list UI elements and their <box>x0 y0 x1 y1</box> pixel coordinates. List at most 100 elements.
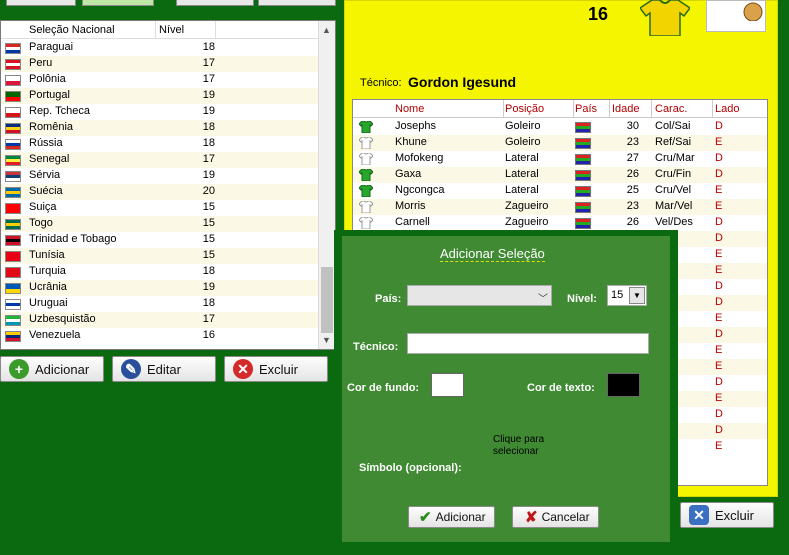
col-name[interactable]: Nome <box>395 103 424 115</box>
col-side[interactable]: Lado <box>715 103 739 115</box>
top-button-3[interactable] <box>176 0 254 6</box>
list-item[interactable]: Suiça 15 <box>1 200 319 216</box>
col-age[interactable]: Idade <box>612 103 640 115</box>
plus-icon: + <box>9 359 29 379</box>
col-country[interactable]: País <box>575 103 597 115</box>
list-item[interactable]: Polônia 17 <box>1 72 319 88</box>
country-flag-icon <box>5 315 21 326</box>
player-characteristics: Ref/Sai <box>655 136 692 148</box>
table-row[interactable]: Gaxa Lateral 26 Cru/Fin D <box>353 167 767 183</box>
table-row[interactable]: Morris Zagueiro 23 Mar/Vel E <box>353 199 767 215</box>
starter-shirt-icon <box>358 168 374 182</box>
reserve-shirt-icon <box>358 152 374 166</box>
list-scrollbar[interactable]: ▲ ▼ <box>318 21 335 349</box>
list-item[interactable]: Ucrânia 19 <box>1 280 319 296</box>
list-header: Seleção Nacional Nível <box>1 21 319 39</box>
edit-team-label: Editar <box>147 361 181 377</box>
top-button-1[interactable] <box>6 0 76 6</box>
list-item[interactable]: Rússia 18 <box>1 136 319 152</box>
list-item[interactable]: Togo 15 <box>1 216 319 232</box>
background-color-swatch[interactable] <box>431 373 464 397</box>
table-row[interactable]: Carnell Zagueiro 26 Vel/Des D <box>353 215 767 231</box>
team-name: Uruguai <box>29 297 68 309</box>
player-name: Carnell <box>395 216 430 228</box>
country-flag-icon <box>5 299 21 310</box>
list-item[interactable]: Venezuela 16 <box>1 328 319 344</box>
player-characteristics: Col/Sai <box>655 120 691 132</box>
team-level: 19 <box>202 281 215 293</box>
table-row[interactable]: Mofokeng Lateral 27 Cru/Mar D <box>353 151 767 167</box>
delete-player-button[interactable]: ✕ Excluir <box>680 502 774 528</box>
table-row[interactable]: Khune Goleiro 23 Ref/Sai E <box>353 135 767 151</box>
country-flag-icon <box>5 203 21 214</box>
top-button-4[interactable] <box>258 0 336 6</box>
header-level[interactable]: Nível <box>159 24 184 36</box>
table-row[interactable]: Josephs Goleiro 30 Col/Sai D <box>353 119 767 135</box>
player-country-flag-icon <box>575 218 591 229</box>
reserve-shirt-icon <box>358 200 374 214</box>
team-level-display: 16 <box>588 4 609 24</box>
list-item[interactable]: Tunísia 15 <box>1 248 319 264</box>
player-side: E <box>715 440 723 452</box>
list-item[interactable]: Uruguai 18 <box>1 296 319 312</box>
list-item[interactable]: Uzbesquistão 17 <box>1 312 319 328</box>
national-team-list[interactable]: Seleção Nacional Nível Paraguai 18 Peru 17 P… <box>0 20 336 350</box>
level-select-value: 15 <box>611 289 624 301</box>
player-age: 26 <box>626 168 639 180</box>
team-name: Paraguai <box>29 41 74 53</box>
country-flag-icon <box>5 43 21 54</box>
list-item[interactable]: Trinidad e Tobago 15 <box>1 232 319 248</box>
coach-input[interactable] <box>407 333 649 354</box>
scroll-up-icon[interactable]: ▲ <box>322 25 331 35</box>
player-position: Lateral <box>505 184 539 196</box>
team-name: Polônia <box>29 73 66 85</box>
list-item[interactable]: Paraguai 18 <box>1 40 319 56</box>
col-characteristics[interactable]: Carac. <box>655 103 687 115</box>
text-color-swatch[interactable] <box>607 373 640 397</box>
player-side: E <box>715 200 723 212</box>
list-item[interactable]: Suécia 20 <box>1 184 319 200</box>
header-team-name[interactable]: Seleção Nacional <box>29 24 115 36</box>
list-item[interactable]: Peru 17 <box>1 56 319 72</box>
player-side: D <box>715 168 723 180</box>
player-name: Morris <box>395 200 426 212</box>
player-age: 23 <box>626 200 639 212</box>
team-name: Senegal <box>29 153 70 165</box>
edit-team-button[interactable]: ✎ Editar <box>112 356 216 382</box>
scroll-down-icon[interactable]: ▼ <box>322 335 331 345</box>
player-side: E <box>715 248 723 260</box>
add-team-button[interactable]: + Adicionar <box>0 356 104 382</box>
team-name: Suiça <box>29 201 57 213</box>
confirm-add-label: Adicionar <box>435 510 486 524</box>
player-name: Ngcongca <box>395 184 445 196</box>
team-name: Portugal <box>29 89 70 101</box>
delete-team-button[interactable]: ✕ Excluir <box>224 356 328 382</box>
list-item[interactable]: Portugal 19 <box>1 88 319 104</box>
list-item[interactable]: Romênia 18 <box>1 120 319 136</box>
country-flag-icon <box>5 235 21 246</box>
confirm-add-button[interactable]: ✔ Adicionar <box>408 506 495 528</box>
list-item[interactable]: Senegal 17 <box>1 152 319 168</box>
list-item[interactable]: Rep. Tcheca 19 <box>1 104 319 120</box>
player-position: Goleiro <box>505 136 541 148</box>
player-name: Gaxa <box>395 168 422 180</box>
list-item[interactable]: Sérvia 19 <box>1 168 319 184</box>
country-select[interactable]: ﹀ <box>407 285 552 306</box>
col-position[interactable]: Posição <box>505 103 544 115</box>
list-item[interactable]: Turquia 18 <box>1 264 319 280</box>
country-flag-icon <box>5 139 21 150</box>
player-name: Mofokeng <box>395 152 444 164</box>
cancel-x-icon: ✘ <box>525 509 538 526</box>
symbol-hint[interactable]: Clique para selecionar <box>493 434 561 458</box>
player-name: Josephs <box>395 120 436 132</box>
cancel-button[interactable]: ✘ Cancelar <box>512 506 599 528</box>
team-level: 19 <box>202 169 215 181</box>
table-row[interactable]: Ngcongca Lateral 25 Cru/Vel E <box>353 183 767 199</box>
level-select[interactable]: 15 ▼ <box>607 285 647 306</box>
top-button-2[interactable] <box>82 0 154 6</box>
scroll-thumb[interactable] <box>321 267 333 333</box>
add-team-dialog: Adicionar Seleção País: ﹀ Nível: 15 ▼ Té… <box>334 230 678 550</box>
country-flag-icon <box>5 267 21 278</box>
coach-field-label: Técnico: <box>353 341 399 353</box>
pencil-icon: ✎ <box>121 359 141 379</box>
